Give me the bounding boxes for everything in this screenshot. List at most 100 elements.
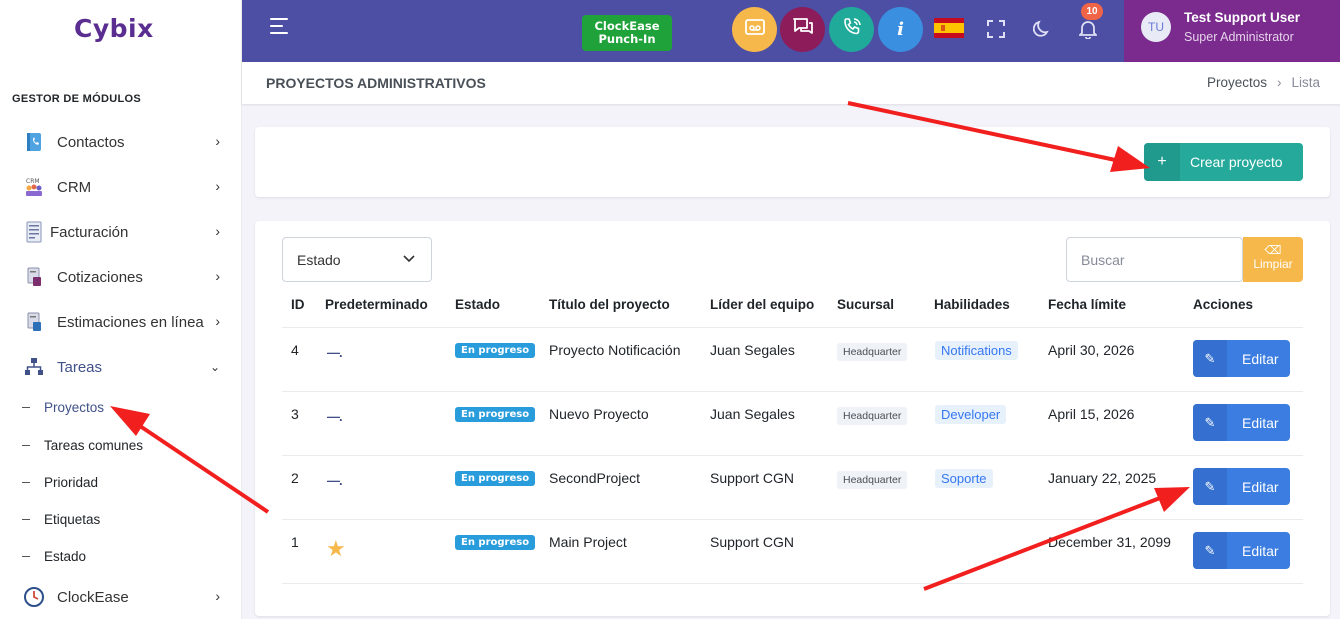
skill-badge: Notifications xyxy=(935,341,1018,360)
sidebar-item-crm[interactable]: CRM CRM › xyxy=(22,172,222,202)
chevron-down-icon xyxy=(403,252,415,266)
chevron-right-icon: › xyxy=(215,588,220,604)
pencil-icon: ✎ xyxy=(1193,404,1227,441)
status-badge: En progreso xyxy=(455,343,536,358)
action-card: + Crear proyecto xyxy=(255,127,1330,197)
user-menu[interactable]: TU Test Support User Super Administrator xyxy=(1124,0,1340,62)
chevron-right-icon: › xyxy=(215,133,220,149)
clock-icon xyxy=(22,586,46,608)
app-logo[interactable]: Cybix xyxy=(74,14,154,43)
chevron-right-icon: › xyxy=(215,313,220,329)
column-header-default: Predeterminado xyxy=(325,297,428,312)
column-header-status: Estado xyxy=(455,297,501,312)
sidebar-item-contactos[interactable]: Contactos › xyxy=(22,127,222,157)
voicemail-icon xyxy=(744,18,765,41)
user-role: Super Administrator xyxy=(1184,30,1294,44)
star-icon[interactable]: ★ xyxy=(326,536,346,562)
avatar: TU xyxy=(1141,12,1171,42)
create-project-button[interactable]: + Crear proyecto xyxy=(1144,143,1303,181)
column-header-due-date: Fecha límite xyxy=(1048,297,1127,312)
sidebar-item-label: Tareas xyxy=(57,358,103,376)
sidebar-item-cotizaciones[interactable]: Cotizaciones › xyxy=(22,262,222,292)
search-input[interactable] xyxy=(1066,237,1243,282)
edit-button[interactable]: ✎ Editar xyxy=(1193,340,1290,377)
chevron-right-icon: › xyxy=(215,223,220,239)
pencil-icon: ✎ xyxy=(1193,532,1227,569)
column-header-actions: Acciones xyxy=(1193,297,1254,312)
projects-card: Estado ⌫ Limpiar ID Predeterminado Estad… xyxy=(255,221,1330,616)
breadcrumb: Proyectos › Lista xyxy=(1207,75,1320,90)
branch-badge: Headquarter xyxy=(837,343,908,361)
plus-icon: + xyxy=(1144,143,1180,181)
status-badge: En progreso xyxy=(455,471,536,486)
phone-button[interactable] xyxy=(829,7,874,52)
column-header-title: Título del proyecto xyxy=(549,297,670,312)
branch-badge: Headquarter xyxy=(837,407,908,425)
breadcrumb-item-proyectos[interactable]: Proyectos xyxy=(1207,75,1267,90)
chat-button[interactable] xyxy=(780,7,825,52)
clear-filters-button[interactable]: ⌫ Limpiar xyxy=(1243,237,1303,282)
chevron-right-icon: › xyxy=(1276,75,1282,90)
pencil-icon: ✎ xyxy=(1193,340,1227,377)
pencil-icon: ✎ xyxy=(1193,468,1227,505)
page-title-bar: PROYECTOS ADMINISTRATIVOS Proyectos › Li… xyxy=(242,62,1340,104)
edit-button[interactable]: ✎ Editar xyxy=(1193,404,1290,441)
status-filter-select[interactable]: Estado xyxy=(282,237,432,282)
estimate-document-icon xyxy=(22,311,46,333)
topbar: ClockEase Punch-In i 10 TU Test Support … xyxy=(242,0,1340,62)
hamburger-menu-icon[interactable] xyxy=(270,18,292,38)
contacts-book-icon xyxy=(22,131,46,153)
voicemail-button[interactable] xyxy=(732,7,777,52)
sidebar-item-tareas[interactable]: Tareas ⌄ xyxy=(22,352,222,382)
chevron-down-icon: ⌄ xyxy=(209,360,220,374)
clockease-punch-in-button[interactable]: ClockEase Punch-In xyxy=(582,15,672,51)
column-header-skills: Habilidades xyxy=(934,297,1010,312)
tasks-hierarchy-icon xyxy=(22,356,46,378)
sidebar-item-label: Facturación xyxy=(50,223,129,241)
sidebar-subitem-tareas-comunes[interactable]: Tareas comunes xyxy=(22,438,143,453)
status-badge: En progreso xyxy=(455,535,536,550)
sidebar-item-estimaciones[interactable]: Estimaciones en línea › xyxy=(22,307,222,337)
user-name: Test Support User xyxy=(1184,10,1301,25)
chat-bubbles-icon xyxy=(792,17,814,42)
dark-mode-moon-icon[interactable] xyxy=(1031,18,1053,40)
skill-badge: Developer xyxy=(935,405,1007,424)
sidebar-subitem-etiquetas[interactable]: Etiquetas xyxy=(22,512,100,527)
sidebar-item-label: Contactos xyxy=(57,133,125,151)
default-toggle[interactable]: —. xyxy=(327,345,343,360)
column-header-branch: Sucursal xyxy=(837,297,895,312)
crm-icon: CRM xyxy=(22,176,46,198)
invoice-icon xyxy=(22,221,46,243)
branch-badge: Headquarter xyxy=(837,471,908,489)
sidebar-subitem-prioridad[interactable]: Prioridad xyxy=(22,475,98,490)
skill-badge: Soporte xyxy=(935,469,993,488)
default-toggle[interactable]: —. xyxy=(327,473,343,488)
breadcrumb-item-lista: Lista xyxy=(1291,75,1320,90)
menu-section-title: GESTOR DE MÓDULOS xyxy=(12,93,141,105)
fullscreen-icon[interactable] xyxy=(985,18,1007,40)
sidebar-item-facturacion[interactable]: Facturación › xyxy=(22,217,222,247)
edit-button[interactable]: ✎ Editar xyxy=(1193,468,1290,505)
chevron-right-icon: › xyxy=(215,178,220,194)
svg-text:CRM: CRM xyxy=(26,178,40,185)
notification-bell-icon[interactable] xyxy=(1077,18,1099,40)
sidebar-subitem-estado[interactable]: Estado xyxy=(22,549,86,564)
sidebar-item-label: ClockEase xyxy=(57,588,129,606)
sidebar-item-label: CRM xyxy=(57,178,92,196)
sidebar-subitem-proyectos[interactable]: Proyectos xyxy=(22,400,104,415)
chevron-right-icon: › xyxy=(215,268,220,284)
edit-button[interactable]: ✎ Editar xyxy=(1193,532,1290,569)
spain-flag-icon[interactable] xyxy=(934,18,964,38)
column-header-leader: Líder del equipo xyxy=(710,297,815,312)
default-toggle[interactable]: —. xyxy=(327,409,343,424)
page-title: PROYECTOS ADMINISTRATIVOS xyxy=(266,75,486,91)
sidebar-item-clockease[interactable]: ClockEase › xyxy=(22,582,222,612)
sidebar: Cybix GESTOR DE MÓDULOS Contactos › CRM … xyxy=(0,0,242,619)
sidebar-item-label: Estimaciones en línea xyxy=(57,313,204,331)
phone-call-icon xyxy=(842,17,862,42)
quote-document-icon xyxy=(22,266,46,288)
info-button[interactable]: i xyxy=(878,7,923,52)
status-badge: En progreso xyxy=(455,407,536,422)
eraser-icon: ⌫ xyxy=(1264,243,1282,257)
column-header-id: ID xyxy=(291,297,305,312)
